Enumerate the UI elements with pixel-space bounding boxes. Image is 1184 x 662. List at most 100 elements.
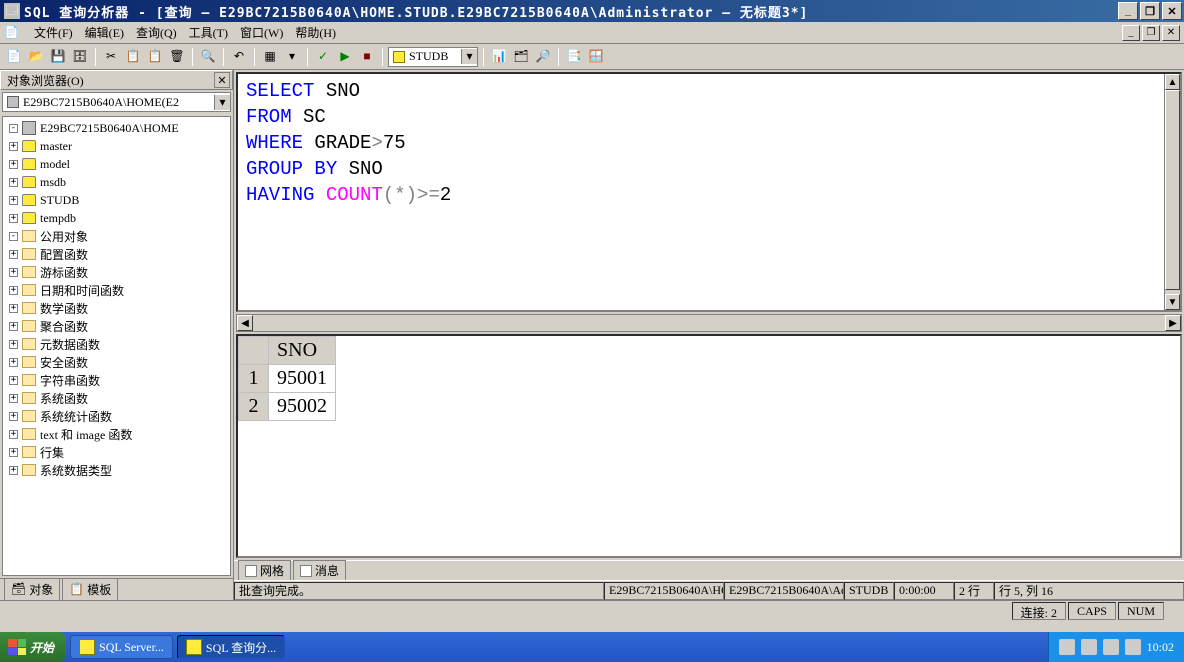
undo-button[interactable]: ↶ bbox=[229, 47, 249, 67]
tree-folder-item[interactable]: +text 和 image 函数 bbox=[5, 425, 228, 443]
scroll-track[interactable] bbox=[253, 315, 1165, 331]
paste-button[interactable]: 📋 bbox=[145, 47, 165, 67]
tab-grid[interactable]: 网格 bbox=[238, 560, 291, 581]
expand-icon[interactable]: + bbox=[9, 412, 18, 421]
stop-button[interactable]: ■ bbox=[357, 47, 377, 67]
table-cell[interactable]: 95002 bbox=[269, 393, 336, 421]
expand-icon[interactable]: + bbox=[9, 286, 18, 295]
server-combo[interactable]: E29BC7215B0640A\HOME(E2 ▾ bbox=[2, 92, 231, 112]
close-button[interactable]: ✕ bbox=[1162, 2, 1182, 20]
expand-icon[interactable]: + bbox=[9, 196, 18, 205]
find-button[interactable]: 🔍 bbox=[198, 47, 218, 67]
estimated-plan-button[interactable]: 📊 bbox=[489, 47, 509, 67]
menu-edit[interactable]: 编辑(E) bbox=[79, 22, 130, 43]
expand-icon[interactable]: + bbox=[9, 394, 18, 403]
database-combo[interactable]: STUDB ▾ bbox=[388, 47, 478, 67]
scroll-right-icon[interactable]: ▶ bbox=[1165, 315, 1181, 331]
expand-icon[interactable]: + bbox=[9, 160, 18, 169]
tree-folder-item[interactable]: +系统统计函数 bbox=[5, 407, 228, 425]
collapse-icon[interactable]: - bbox=[9, 232, 18, 241]
tree-folder-item[interactable]: +字符串函数 bbox=[5, 371, 228, 389]
maximize-button[interactable]: ❐ bbox=[1140, 2, 1160, 20]
tree-folder-item[interactable]: +聚合函数 bbox=[5, 317, 228, 335]
dropdown-icon[interactable]: ▾ bbox=[282, 47, 302, 67]
expand-icon[interactable]: + bbox=[9, 304, 18, 313]
tree-folder-item[interactable]: +数学函数 bbox=[5, 299, 228, 317]
tree-folder-item[interactable]: +配置函数 bbox=[5, 245, 228, 263]
parse-button[interactable]: ✓ bbox=[313, 47, 333, 67]
mdi-close[interactable]: ✕ bbox=[1162, 25, 1180, 41]
scroll-thumb[interactable] bbox=[1165, 90, 1180, 290]
taskbar-item[interactable]: SQL Server... bbox=[70, 635, 173, 659]
tree-folder-item[interactable]: +系统数据类型 bbox=[5, 461, 228, 479]
tray-icon[interactable] bbox=[1103, 639, 1119, 655]
menu-help[interactable]: 帮助(H) bbox=[289, 22, 342, 43]
expand-icon[interactable]: + bbox=[9, 376, 18, 385]
tab-message[interactable]: 消息 bbox=[293, 560, 346, 581]
object-tree[interactable]: -E29BC7215B0640A\HOME +master +model +ms… bbox=[2, 116, 231, 576]
menu-window[interactable]: 窗口(W) bbox=[234, 22, 289, 43]
menu-tools[interactable]: 工具(T) bbox=[183, 22, 234, 43]
tree-folder-item[interactable]: +安全函数 bbox=[5, 353, 228, 371]
window-button[interactable]: 🪟 bbox=[586, 47, 606, 67]
copy-button[interactable]: 📋 bbox=[123, 47, 143, 67]
expand-icon[interactable]: + bbox=[9, 142, 18, 151]
dropdown-icon[interactable]: ▾ bbox=[214, 95, 230, 110]
taskbar-item-active[interactable]: SQL 查询分... bbox=[177, 635, 285, 659]
table-row[interactable]: 295002 bbox=[239, 393, 336, 421]
expand-icon[interactable]: + bbox=[9, 448, 18, 457]
mdi-minimize[interactable]: _ bbox=[1122, 25, 1140, 41]
results-grid[interactable]: SNO195001295002 bbox=[236, 334, 1182, 558]
expand-icon[interactable]: + bbox=[9, 214, 18, 223]
tree-db-item[interactable]: +STUDB bbox=[5, 191, 228, 209]
save-all-button[interactable]: 🗄 bbox=[70, 47, 90, 67]
mdi-restore[interactable]: ❐ bbox=[1142, 25, 1160, 41]
minimize-button[interactable]: _ bbox=[1118, 2, 1138, 20]
collapse-icon[interactable]: - bbox=[9, 124, 18, 133]
cut-button[interactable]: ✂ bbox=[101, 47, 121, 67]
tree-folder-item[interactable]: +游标函数 bbox=[5, 263, 228, 281]
expand-icon[interactable]: + bbox=[9, 322, 18, 331]
new-button[interactable]: 📄 bbox=[4, 47, 24, 67]
expand-icon[interactable]: + bbox=[9, 430, 18, 439]
execute-mode-button[interactable]: ▦ bbox=[260, 47, 280, 67]
tray-icon[interactable] bbox=[1059, 639, 1075, 655]
editor-hscroll[interactable]: ◀ ▶ bbox=[236, 314, 1182, 332]
tab-templates[interactable]: 📋模板 bbox=[62, 578, 118, 601]
execute-button[interactable]: ▶ bbox=[335, 47, 355, 67]
menu-file[interactable]: 文件(F) bbox=[28, 22, 79, 43]
object-browser-button[interactable]: 🗂 bbox=[511, 47, 531, 67]
expand-icon[interactable]: + bbox=[9, 466, 18, 475]
row-number[interactable]: 2 bbox=[239, 393, 269, 421]
tab-objects[interactable]: 🗃对象 bbox=[4, 578, 60, 601]
save-button[interactable]: 💾 bbox=[48, 47, 68, 67]
open-button[interactable]: 📂 bbox=[26, 47, 46, 67]
editor-vscroll[interactable]: ▲ ▼ bbox=[1164, 74, 1180, 310]
scroll-left-icon[interactable]: ◀ bbox=[237, 315, 253, 331]
tree-folder-item[interactable]: +系统函数 bbox=[5, 389, 228, 407]
tree-folder-item[interactable]: +日期和时间函数 bbox=[5, 281, 228, 299]
dropdown-icon[interactable]: ▾ bbox=[461, 49, 477, 64]
start-button[interactable]: 开始 bbox=[0, 632, 66, 662]
expand-icon[interactable]: + bbox=[9, 358, 18, 367]
tree-common[interactable]: -公用对象 bbox=[5, 227, 228, 245]
clear-button[interactable]: 🗑 bbox=[167, 47, 187, 67]
expand-icon[interactable]: + bbox=[9, 250, 18, 259]
expand-icon[interactable]: + bbox=[9, 340, 18, 349]
tree-db-item[interactable]: +master bbox=[5, 137, 228, 155]
scroll-down-icon[interactable]: ▼ bbox=[1165, 294, 1180, 310]
tree-folder-item[interactable]: +行集 bbox=[5, 443, 228, 461]
query-editor[interactable]: SELECT SNO FROM SC WHERE GRADE>75 GROUP … bbox=[236, 72, 1182, 312]
menu-query[interactable]: 查询(Q) bbox=[130, 22, 183, 43]
tree-folder-item[interactable]: +元数据函数 bbox=[5, 335, 228, 353]
expand-icon[interactable]: + bbox=[9, 268, 18, 277]
tree-db-item[interactable]: +model bbox=[5, 155, 228, 173]
query-text[interactable]: SELECT SNO FROM SC WHERE GRADE>75 GROUP … bbox=[238, 74, 1180, 212]
tree-db-item[interactable]: +tempdb bbox=[5, 209, 228, 227]
expand-icon[interactable]: + bbox=[9, 178, 18, 187]
table-row[interactable]: 195001 bbox=[239, 365, 336, 393]
system-tray[interactable]: 10:02 bbox=[1048, 632, 1184, 662]
column-header[interactable]: SNO bbox=[269, 337, 336, 365]
tree-root[interactable]: -E29BC7215B0640A\HOME bbox=[5, 119, 228, 137]
object-browser-close[interactable]: ✕ bbox=[214, 72, 230, 88]
